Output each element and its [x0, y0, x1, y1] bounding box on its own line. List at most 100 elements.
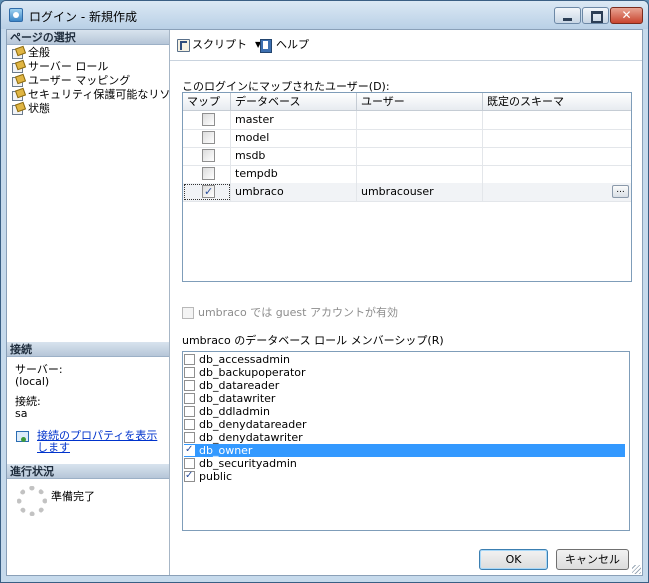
role-checkbox[interactable]	[184, 367, 195, 378]
connection-header: 接続	[7, 342, 169, 357]
role-item[interactable]: db_securityadmin	[184, 457, 625, 470]
map-checkbox[interactable]	[202, 167, 215, 180]
role-name: db_datawriter	[199, 392, 276, 405]
role-checkbox[interactable]	[184, 432, 195, 443]
default-schema-cell[interactable]	[483, 147, 631, 165]
role-name: db_owner	[199, 444, 253, 457]
role-item[interactable]: db_denydatareader	[184, 418, 625, 431]
page-wrench-icon	[11, 75, 24, 87]
user-cell[interactable]: umbracouser	[357, 183, 483, 201]
page-item-securables[interactable]: セキュリティ保護可能なリソース	[11, 88, 192, 102]
ok-button[interactable]: OK	[479, 549, 548, 570]
map-checkbox[interactable]	[202, 131, 215, 144]
role-checkbox[interactable]	[184, 469, 195, 482]
role-checkbox[interactable]	[184, 406, 195, 417]
map-cell	[183, 129, 231, 147]
map-checkbox[interactable]	[202, 113, 215, 126]
role-name: db_denydatawriter	[199, 431, 303, 444]
right-pane: スクリプト ▼ ヘルプ このログインにマップされたユーザー(D): マップ データ…	[170, 30, 642, 575]
page-item-status[interactable]: 状態	[11, 102, 50, 116]
help-button[interactable]: ヘルプ	[259, 38, 309, 53]
grid-row[interactable]: master	[183, 111, 631, 130]
guest-enabled-checkbox	[182, 307, 194, 319]
column-header-default-schema[interactable]: 既定のスキーマ	[483, 93, 631, 110]
role-checkbox[interactable]	[184, 354, 195, 365]
dialog-client: ページの選択 全般 サーバー ロール ユーザー マッピング セキュリティ保護可能…	[6, 29, 643, 576]
script-icon	[176, 38, 190, 52]
column-header-database[interactable]: データベース	[231, 93, 357, 110]
column-header-user[interactable]: ユーザー	[357, 93, 483, 110]
user-cell[interactable]	[357, 111, 483, 129]
role-name: db_denydatareader	[199, 418, 307, 431]
button-bar: OK キャンセル	[170, 538, 642, 575]
page-item-general[interactable]: 全般	[11, 46, 50, 60]
help-book-icon	[259, 38, 273, 53]
role-name: db_backupoperator	[199, 366, 306, 379]
page-item-label: 状態	[28, 102, 50, 115]
minimize-button[interactable]	[554, 7, 581, 24]
browse-schema-button[interactable]: ...	[612, 185, 629, 198]
page-item-user-mapping[interactable]: ユーザー マッピング	[11, 74, 130, 88]
default-schema-cell[interactable]: ...	[483, 183, 631, 201]
role-item[interactable]: db_ddladmin	[184, 405, 625, 418]
role-checkbox[interactable]	[184, 393, 195, 404]
grid-row[interactable]: umbracoumbracouser...	[183, 183, 631, 202]
maximize-button[interactable]	[582, 7, 609, 24]
user-cell[interactable]	[357, 165, 483, 183]
map-cell	[183, 183, 231, 201]
app-icon	[9, 8, 23, 22]
role-checkbox[interactable]	[184, 380, 195, 391]
database-cell: tempdb	[231, 165, 357, 183]
map-cell	[183, 111, 231, 129]
resize-grip-icon[interactable]	[632, 565, 641, 574]
view-connection-properties-link[interactable]: 接続のプロパティを表示します	[37, 430, 165, 454]
page-wrench-icon	[11, 61, 24, 73]
page-wrench-icon	[11, 103, 24, 115]
map-checkbox[interactable]	[202, 183, 215, 201]
role-checkbox[interactable]	[184, 419, 195, 430]
user-cell[interactable]	[357, 129, 483, 147]
progress-header: 進行状況	[7, 464, 169, 479]
role-name: db_securityadmin	[199, 457, 297, 470]
script-button[interactable]: スクリプト ▼	[176, 38, 261, 52]
grid-row[interactable]: msdb	[183, 147, 631, 166]
progress-spinner-icon	[17, 486, 47, 516]
close-icon: ✕	[621, 8, 632, 22]
role-item[interactable]: db_datareader	[184, 379, 625, 392]
role-checkbox[interactable]	[184, 458, 195, 469]
cancel-button[interactable]: キャンセル	[556, 549, 629, 570]
map-checkbox[interactable]	[202, 149, 215, 162]
grid-header: マップ データベース ユーザー 既定のスキーマ	[183, 93, 631, 111]
role-item[interactable]: public	[184, 469, 625, 483]
grid-row[interactable]: model	[183, 129, 631, 148]
role-item[interactable]: db_accessadmin	[184, 353, 625, 366]
role-name: db_accessadmin	[199, 353, 290, 366]
maximize-icon	[591, 11, 603, 23]
default-schema-cell[interactable]	[483, 165, 631, 183]
toolbar: スクリプト ▼ ヘルプ	[170, 30, 642, 61]
default-schema-cell[interactable]	[483, 129, 631, 147]
help-label: ヘルプ	[276, 38, 309, 51]
dialog-window: ログイン - 新規作成 ✕ ページの選択 全般 サーバー ロール ユーザー マッ…	[0, 0, 649, 583]
role-item[interactable]: db_owner	[184, 443, 625, 457]
title-bar[interactable]: ログイン - 新規作成 ✕	[1, 1, 648, 29]
connection-value: sa	[15, 407, 28, 420]
user-mapping-grid[interactable]: マップ データベース ユーザー 既定のスキーマ master model msdb t…	[182, 92, 632, 282]
progress-status: 準備完了	[51, 490, 95, 503]
role-checkbox[interactable]	[184, 443, 195, 456]
column-header-map[interactable]: マップ	[183, 93, 231, 110]
grid-row[interactable]: tempdb	[183, 165, 631, 184]
role-item[interactable]: db_denydatawriter	[184, 431, 625, 444]
default-schema-cell[interactable]	[483, 111, 631, 129]
page-item-label: 全般	[28, 46, 50, 59]
page-item-server-roles[interactable]: サーバー ロール	[11, 60, 108, 74]
server-value: (local)	[15, 375, 50, 388]
window-title: ログイン - 新規作成	[29, 10, 137, 24]
user-cell[interactable]	[357, 147, 483, 165]
role-membership-list[interactable]: db_accessadmin db_backupoperator db_datare…	[182, 351, 630, 531]
role-item[interactable]: db_backupoperator	[184, 366, 625, 379]
guest-enabled-label: umbraco では guest アカウントが有効	[198, 306, 398, 319]
database-cell: master	[231, 111, 357, 129]
role-item[interactable]: db_datawriter	[184, 392, 625, 405]
close-button[interactable]: ✕	[610, 7, 643, 24]
